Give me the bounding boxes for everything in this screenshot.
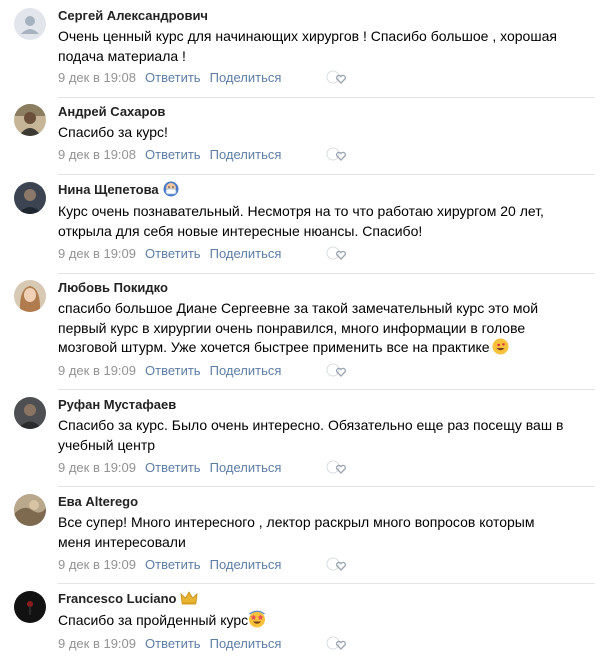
comment-text-line: Спасибо за курс. Было очень интересно. О… bbox=[58, 417, 564, 433]
comment-date[interactable]: 9 дек в 19:08 bbox=[58, 70, 136, 85]
user-photo bbox=[14, 591, 46, 623]
reply-button[interactable]: Ответить bbox=[145, 636, 201, 651]
comment-author[interactable]: Francesco Luciano bbox=[58, 590, 198, 611]
avatar[interactable] bbox=[14, 8, 46, 40]
like-heart-icon[interactable] bbox=[326, 245, 348, 263]
comment-author[interactable]: Андрей Сахаров bbox=[58, 103, 165, 121]
comment-text-line: Курс очень познавательный. Несмотря на т… bbox=[58, 203, 544, 219]
comment-text: Все супер! Много интересного , лектор ра… bbox=[58, 513, 598, 552]
comment-meta: 9 дек в 19:09 Ответить Поделиться bbox=[58, 362, 281, 380]
author-name: Нина Щепетова bbox=[58, 182, 159, 197]
user-photo bbox=[14, 280, 46, 312]
comment-meta: 9 дек в 19:08 Ответить Поделиться bbox=[58, 69, 281, 87]
comment-text-segment: Спасибо за пройденный курс bbox=[58, 612, 249, 628]
star-struck-emoji bbox=[248, 610, 266, 634]
comment-author[interactable]: Любовь Покидко bbox=[58, 279, 168, 297]
user-photo bbox=[14, 104, 46, 136]
comment-divider bbox=[58, 486, 595, 487]
comment-author[interactable]: Сергей Александрович bbox=[58, 7, 208, 25]
reply-button[interactable]: Ответить bbox=[145, 246, 201, 261]
comment-meta: 9 дек в 19:09 Ответить Поделиться bbox=[58, 556, 281, 574]
reply-button[interactable]: Ответить bbox=[145, 363, 201, 378]
comment-text-line: Очень ценный курс для начинающих хирурго… bbox=[58, 28, 557, 44]
like-heart-icon[interactable] bbox=[326, 146, 348, 164]
avatar[interactable] bbox=[14, 397, 46, 429]
comment-divider bbox=[58, 389, 595, 390]
user-photo bbox=[14, 494, 46, 526]
comment-text-line: учебный центр bbox=[58, 436, 156, 453]
share-button[interactable]: Поделиться bbox=[210, 557, 282, 572]
reply-button[interactable]: Ответить bbox=[145, 70, 201, 85]
default-avatar-icon bbox=[14, 8, 46, 40]
comment-text-line: открыла для себя новые интересные нюансы… bbox=[58, 222, 423, 239]
like-heart-icon[interactable] bbox=[326, 459, 348, 477]
heart-eyes-emoji bbox=[492, 338, 509, 361]
comment-text-line: подача материала ! bbox=[58, 47, 186, 64]
comment-text-line: Спасибо за пройденный курс bbox=[58, 610, 598, 634]
comment-author[interactable]: Ева Alterego bbox=[58, 493, 138, 511]
comment-text-line: меня интересовали bbox=[58, 533, 186, 550]
comment-divider bbox=[58, 583, 595, 584]
medical-mask-icon bbox=[163, 181, 179, 202]
avatar[interactable] bbox=[14, 182, 46, 214]
reply-button[interactable]: Ответить bbox=[145, 147, 201, 162]
share-button[interactable]: Поделиться bbox=[210, 636, 282, 651]
comment-meta: 9 дек в 19:09 Ответить Поделиться bbox=[58, 245, 281, 263]
author-name: Francesco Luciano bbox=[58, 591, 177, 606]
share-button[interactable]: Поделиться bbox=[210, 246, 282, 261]
like-heart-icon[interactable] bbox=[326, 635, 348, 653]
share-button[interactable]: Поделиться bbox=[210, 147, 282, 162]
comment-divider bbox=[58, 174, 595, 175]
comment-divider bbox=[58, 273, 595, 274]
crown-icon bbox=[180, 590, 198, 611]
comment-date[interactable]: 9 дек в 19:09 bbox=[58, 246, 136, 261]
comment-text: спасибо большое Диане Сергеевне за такой… bbox=[58, 299, 598, 361]
avatar[interactable] bbox=[14, 280, 46, 312]
reply-button[interactable]: Ответить bbox=[145, 460, 201, 475]
comment-date[interactable]: 9 дек в 19:09 bbox=[58, 557, 136, 572]
user-photo bbox=[14, 397, 46, 429]
share-button[interactable]: Поделиться bbox=[210, 70, 282, 85]
comment-text: Спасибо за курс. Было очень интересно. О… bbox=[58, 416, 598, 455]
comment-author[interactable]: Руфан Мустафаев bbox=[58, 396, 176, 414]
avatar[interactable] bbox=[14, 104, 46, 136]
comment-date[interactable]: 9 дек в 19:09 bbox=[58, 363, 136, 378]
share-button[interactable]: Поделиться bbox=[210, 363, 282, 378]
comment-date[interactable]: 9 дек в 19:08 bbox=[58, 147, 136, 162]
comment-text-line: мозговой штурм. Уже хочется быстрее прим… bbox=[58, 338, 598, 361]
comment-text-line: Спасибо за курс! bbox=[58, 124, 168, 140]
comment-text-segment: мозговой штурм. Уже хочется быстрее прим… bbox=[58, 339, 490, 355]
comment-text-line: Все супер! Много интересного , лектор ра… bbox=[58, 514, 535, 530]
comment-text-line: спасибо большое Диане Сергеевне за такой… bbox=[58, 300, 539, 316]
comment-author[interactable]: Нина Щепетова bbox=[58, 181, 179, 202]
comment-divider bbox=[58, 97, 595, 98]
share-button[interactable]: Поделиться bbox=[210, 460, 282, 475]
comment-meta: 9 дек в 19:08 Ответить Поделиться bbox=[58, 146, 281, 164]
comment-meta: 9 дек в 19:09 Ответить Поделиться bbox=[58, 459, 281, 477]
comment-text: Спасибо за курс! bbox=[58, 123, 598, 143]
comment-text: Очень ценный курс для начинающих хирурго… bbox=[58, 27, 598, 66]
comment-date[interactable]: 9 дек в 19:09 bbox=[58, 460, 136, 475]
like-heart-icon[interactable] bbox=[326, 362, 348, 380]
avatar[interactable] bbox=[14, 591, 46, 623]
avatar[interactable] bbox=[14, 494, 46, 526]
comment-meta: 9 дек в 19:09 Ответить Поделиться bbox=[58, 635, 281, 653]
comment-text-line: первый курс в хирургии очень понравился,… bbox=[58, 319, 526, 336]
like-heart-icon[interactable] bbox=[326, 69, 348, 87]
reply-button[interactable]: Ответить bbox=[145, 557, 201, 572]
comment-date[interactable]: 9 дек в 19:09 bbox=[58, 636, 136, 651]
comment-text: Курс очень познавательный. Несмотря на т… bbox=[58, 202, 598, 241]
comment-text: Спасибо за пройденный курс bbox=[58, 610, 598, 634]
like-heart-icon[interactable] bbox=[326, 556, 348, 574]
user-photo bbox=[14, 182, 46, 214]
